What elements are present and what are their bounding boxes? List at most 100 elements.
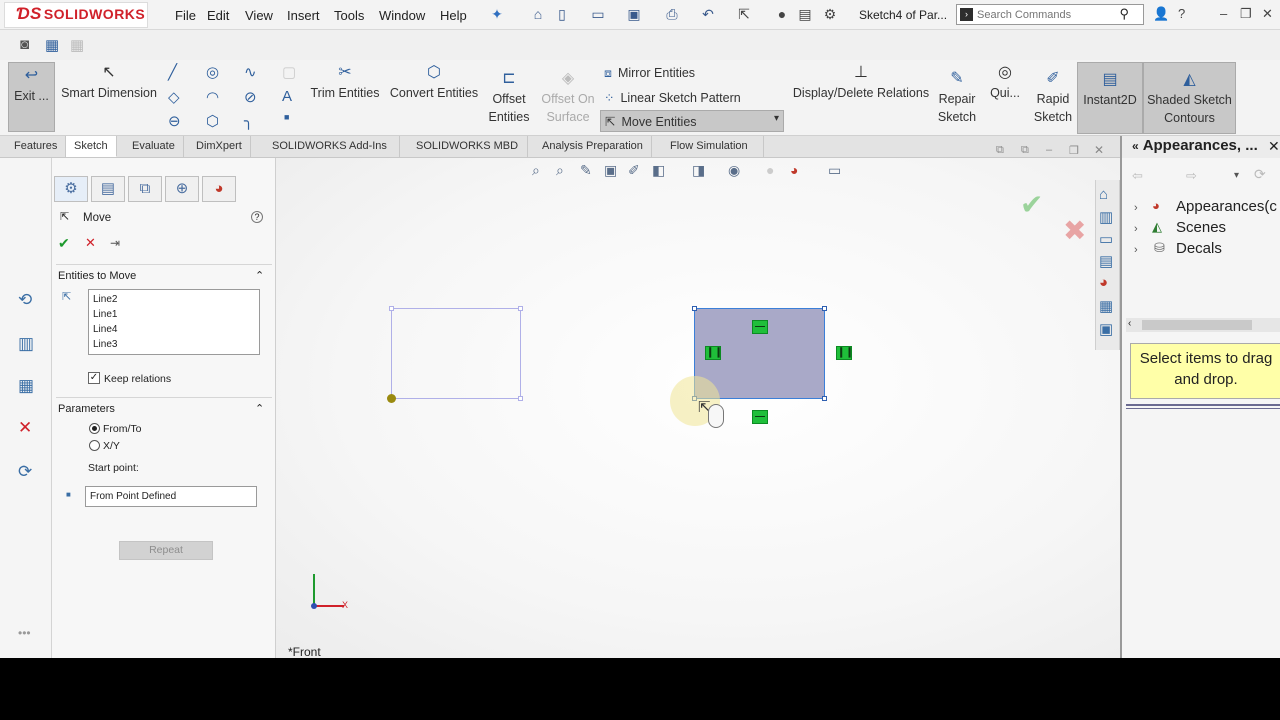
forward-arrow-icon[interactable]: ⇨ (1186, 168, 1197, 184)
from-to-radio[interactable] (89, 423, 100, 434)
tab-sketch[interactable]: Sketch (66, 136, 117, 157)
fillet-icon[interactable]: ╮ (244, 112, 253, 130)
linear-sketch-pattern-button[interactable]: ⁘ Linear Sketch Pattern (604, 90, 741, 105)
move-entities-button[interactable]: ⇱ Move Entities ▾ (600, 110, 784, 132)
camera-icon[interactable]: ◙ (20, 36, 29, 53)
design-library-icon[interactable]: ▥ (1099, 208, 1113, 226)
entities-list[interactable]: Line2 Line1 Line4 Line3 (88, 289, 260, 355)
smart-dimension-button[interactable]: ↖ Smart Dimension (58, 64, 160, 102)
dropdown-icon[interactable]: ▾ (1234, 170, 1239, 181)
keep-relations-checkbox[interactable]: ✓ (88, 372, 100, 384)
search-icon[interactable]: ⚲ (1119, 6, 1129, 22)
vertical-relation-icon[interactable]: ❙❙ (836, 346, 854, 360)
save-icon[interactable]: ▣ (626, 6, 642, 22)
circle-icon[interactable]: ◎ (206, 63, 219, 81)
tab-flow-simulation[interactable]: Flow Simulation (662, 136, 764, 157)
entities-to-move-header[interactable]: Entities to Move (58, 270, 136, 282)
rebuild-icon[interactable]: ● (774, 6, 790, 22)
open-icon[interactable]: ▭ (590, 6, 606, 22)
viewport-link-icon[interactable]: ⧉ (1021, 144, 1029, 157)
sensor-icon[interactable]: ▥ (18, 334, 34, 354)
menu-view[interactable]: View (245, 8, 273, 23)
ellipse-icon[interactable]: ⊘ (244, 88, 257, 106)
custom-properties-icon[interactable]: ▦ (1099, 297, 1113, 315)
rapid-sketch-button[interactable]: ✐ Rapid Sketch (1030, 70, 1076, 126)
shaded-sketch-contours-button[interactable]: ◭ Shaded Sketch Contours (1143, 62, 1236, 134)
convert-entities-button[interactable]: ⬡ Convert Entities (386, 64, 482, 102)
instant2d-button[interactable]: ▤ Instant2D (1077, 62, 1143, 134)
edit-appearance-icon[interactable]: ● (766, 162, 774, 178)
tree-item-decals[interactable]: Decals (1176, 240, 1222, 257)
options-gear-icon[interactable]: ⚙ (822, 6, 838, 22)
toolbar-icon-3[interactable]: ▦ (70, 36, 84, 54)
mirror-entities-button[interactable]: ⧈ Mirror Entities (604, 66, 695, 81)
exit-sketch-button[interactable]: ↩ Exit ... (8, 62, 55, 132)
tree-item-appearances[interactable]: Appearances(c (1176, 198, 1277, 215)
collapse-chevron-icon[interactable]: ⌃ (255, 269, 264, 282)
new-document-icon[interactable]: ▯ (554, 6, 570, 22)
undo-icon[interactable]: ↶ (700, 6, 716, 22)
hide-show-icon[interactable]: ◉ (728, 162, 740, 179)
back-arrow-icon[interactable]: ⇦ (1132, 168, 1143, 184)
list-item[interactable]: Line2 (93, 294, 117, 305)
rect-corner-point[interactable] (389, 306, 394, 311)
horizontal-relation-icon[interactable]: — (752, 410, 768, 424)
configuration-tab-icon[interactable]: ⧉ (128, 176, 162, 202)
file-properties-icon[interactable]: ▤ (797, 6, 813, 22)
viewport-tile-icon[interactable]: ⧉ (996, 144, 1004, 157)
list-item[interactable]: Line3 (93, 339, 117, 350)
search-replace-icon[interactable]: ⟳ (18, 462, 32, 482)
rect-corner-point[interactable] (518, 396, 523, 401)
xy-radio[interactable] (89, 440, 100, 451)
delete-icon[interactable]: ✕ (18, 418, 32, 438)
view-orientation-icon[interactable]: ◧ (652, 162, 665, 179)
search-commands[interactable]: › ⚲ (956, 4, 1144, 25)
display-manager-tab-icon[interactable]: ◕ (202, 176, 236, 202)
display-style-icon[interactable]: ◨ (692, 162, 705, 179)
viewport-restore-icon[interactable]: ❐ (1069, 144, 1079, 157)
pane-splitter[interactable] (1126, 404, 1280, 409)
offset-entities-button[interactable]: ⊏ Offset Entities (484, 70, 534, 126)
expand-arrow-icon[interactable]: › (1134, 244, 1138, 256)
polygon-icon[interactable]: ⬡ (206, 112, 219, 130)
dynamic-annotation-icon[interactable]: ✐ (628, 162, 640, 179)
close-icon[interactable]: ✕ (1262, 6, 1273, 22)
cancel-x-icon[interactable]: ✕ (85, 235, 96, 251)
refresh-icon[interactable]: ⟳ (1254, 166, 1266, 183)
featuremanager-tab-icon[interactable]: ⚙ (54, 176, 88, 202)
tab-mbd[interactable]: SOLIDWORKS MBD (408, 136, 528, 157)
toolbar-icon-2[interactable]: ▦ (45, 36, 59, 54)
offset-on-surface-button[interactable]: ◈ Offset On Surface (538, 70, 598, 126)
user-icon[interactable]: 👤 (1153, 6, 1169, 22)
rect-corner-point[interactable] (822, 396, 827, 401)
list-item[interactable]: Line1 (93, 309, 117, 320)
expand-arrow-icon[interactable]: › (1134, 202, 1138, 214)
minimize-icon[interactable]: – (1220, 6, 1227, 21)
tree-item-scenes[interactable]: Scenes (1176, 219, 1226, 236)
help-icon[interactable]: ? (1178, 6, 1185, 21)
pin-icon[interactable]: ✦ (489, 6, 505, 22)
text-icon[interactable]: A (282, 88, 292, 105)
layout-icon[interactable]: ▦ (18, 376, 34, 396)
list-item[interactable]: Line4 (93, 324, 117, 335)
scroll-left-icon[interactable]: ‹ (1128, 318, 1131, 329)
file-explorer-icon[interactable]: ▭ (1099, 230, 1113, 248)
view-settings-icon[interactable]: ▭ (828, 162, 841, 179)
apply-scene-icon[interactable]: ◕ (790, 162, 798, 178)
tab-evaluate[interactable]: Evaluate (124, 136, 184, 157)
parameters-header[interactable]: Parameters (58, 403, 115, 415)
ok-check-icon[interactable]: ✔ (58, 235, 70, 252)
rect-corner-point[interactable] (692, 306, 697, 311)
line-icon[interactable]: ╱ (168, 63, 177, 81)
zoom-to-area-icon[interactable]: ⌕ (556, 162, 564, 179)
menu-window[interactable]: Window (379, 8, 425, 23)
zoom-to-fit-icon[interactable]: ⌕ (532, 162, 540, 179)
spline-icon[interactable]: ∿ (244, 63, 257, 81)
menu-file[interactable]: File (175, 8, 196, 23)
tab-addins[interactable]: SOLIDWORKS Add-Ins (264, 136, 400, 157)
collapse-chevron-icon[interactable]: ⌃ (255, 402, 264, 415)
dimxpert-tab-icon[interactable]: ⊕ (165, 176, 199, 202)
resources-home-icon[interactable]: ⌂ (1099, 186, 1108, 203)
view-palette-icon[interactable]: ▤ (1099, 252, 1113, 270)
close-pane-icon[interactable]: ✕ (1268, 138, 1280, 155)
